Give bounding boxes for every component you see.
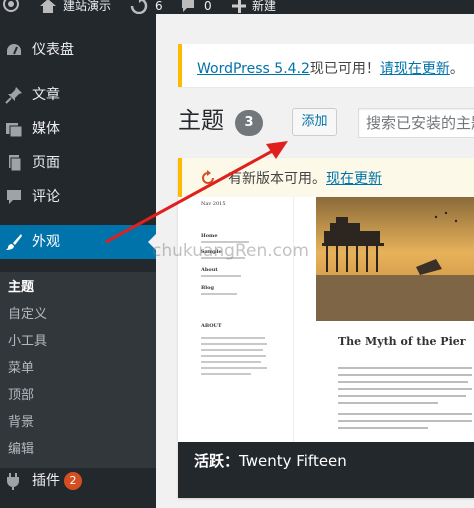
screenshot-nav-home: Home (201, 233, 218, 239)
screenshot-sidebar: Nav 2015 Home Sample About Blog ABOUT (178, 197, 294, 442)
admin-sidebar: 仪表盘 文章 媒体 页面 评论 外观 主题 自定义 小工具 菜单 顶部 背景 编… (0, 14, 156, 508)
screenshot-text-line (338, 413, 472, 415)
pages-icon (9, 155, 22, 172)
home-icon (40, 0, 56, 14)
screenshot-text-line (201, 373, 251, 375)
menu-label-plugins: 插件 2 (32, 472, 82, 490)
screenshot-nav-blog: Blog (201, 285, 214, 291)
submenu-item-themes[interactable]: 主题 (8, 280, 34, 296)
updates-icon[interactable] (130, 0, 148, 14)
screenshot-text-line (338, 381, 468, 383)
submenu-item-background[interactable]: 背景 (8, 415, 34, 431)
submenu-item-editor[interactable]: 编辑 (8, 442, 34, 458)
active-theme-label: 活跃：Twenty Fifteen (194, 451, 347, 471)
menu-item-appearance[interactable]: 外观 (0, 225, 156, 259)
screenshot-text-line (201, 349, 263, 351)
screenshot-text-line (338, 427, 428, 429)
plugin-icon (7, 473, 19, 490)
screenshot-site-title: Nav 2015 (201, 201, 226, 207)
media-icon (6, 123, 23, 138)
appearance-submenu: 主题 自定义 小工具 菜单 顶部 背景 编辑 (0, 272, 156, 468)
add-theme-button[interactable]: 添加 (292, 108, 337, 136)
screenshot-text-line (201, 355, 266, 357)
pier-photo (316, 197, 474, 321)
screenshot-main: The Myth of the Pier (316, 197, 474, 442)
menu-label-media: 媒体 (32, 121, 60, 137)
wordpress-version-link[interactable]: WordPress 5.4.2 (197, 61, 310, 77)
submenu-item-menus[interactable]: 菜单 (8, 361, 34, 377)
theme-count-badge: 3 (235, 110, 263, 136)
new-link[interactable]: 新建 (252, 0, 276, 14)
comments-count[interactable]: 0 (204, 0, 212, 14)
screenshot-text-line (201, 367, 267, 369)
theme-update-notice: 有新版本可用。现在更新 (178, 158, 474, 197)
update-available-text: 有新版本可用。 (228, 171, 326, 187)
update-icon (202, 170, 214, 184)
dashboard-icon (7, 44, 21, 55)
screenshot-text-line (201, 293, 237, 295)
active-label: 活跃： (194, 452, 240, 470)
plugins-update-badge: 2 (64, 472, 82, 490)
screenshot-text-line (338, 374, 472, 376)
admin-bar: 建站演示 6 0 新建 (0, 0, 474, 14)
menu-label-appearance: 外观 (32, 234, 60, 250)
plus-icon[interactable] (232, 0, 246, 14)
screenshot-text-line (338, 402, 438, 404)
theme-update-text: 有新版本可用。现在更新 (228, 171, 382, 187)
page-title: 主题 (178, 108, 224, 134)
notice-text: WordPress 5.4.2现已可用！请现在更新。 (197, 58, 464, 78)
wordpress-logo-icon[interactable] (2, 0, 20, 14)
screenshot-text-line (338, 367, 472, 369)
screenshot-text-line (338, 388, 472, 390)
menu-label-comments: 评论 (32, 189, 60, 205)
menu-item-media[interactable]: 媒体 (0, 112, 156, 146)
screenshot-text-line (201, 343, 267, 345)
menu-label-dashboard: 仪表盘 (32, 42, 74, 58)
comment-icon[interactable] (181, 0, 195, 14)
theme-screenshot[interactable]: Nav 2015 Home Sample About Blog ABOUT Th… (178, 197, 474, 442)
menu-item-dashboard[interactable]: 仪表盘 (0, 33, 156, 67)
screenshot-text-line (338, 395, 466, 397)
screenshot-about-heading: ABOUT (201, 323, 222, 329)
screenshot-text-line (201, 337, 265, 339)
theme-card[interactable]: 有新版本可用。现在更新 Nav 2015 Home Sample About B… (178, 158, 474, 498)
menu-item-plugins[interactable]: 插件 2 (0, 464, 156, 498)
comments-icon (7, 190, 21, 204)
menu-label-pages: 页面 (32, 155, 60, 171)
search-themes-input[interactable]: 搜索已安装的主题... (358, 108, 474, 138)
update-now-link[interactable]: 请现在更新 (380, 61, 450, 77)
notice-middle-text: 现已可用！ (309, 61, 380, 77)
notice-end-text: 。 (449, 61, 464, 77)
active-theme-bar: 活跃：Twenty Fifteen (178, 442, 474, 498)
theme-update-now-link[interactable]: 现在更新 (326, 171, 382, 187)
screenshot-post-title: The Myth of the Pier (338, 335, 466, 348)
paintbrush-icon (6, 234, 22, 250)
menu-item-pages[interactable]: 页面 (0, 146, 156, 180)
pushpin-icon (5, 87, 22, 104)
watermark-text: chukuangRen.com (152, 241, 309, 261)
site-name-link[interactable]: 建站演示 (63, 0, 111, 14)
theme-name: Twenty Fifteen (239, 452, 347, 470)
screenshot-nav-about: About (201, 267, 218, 273)
menu-label-posts: 文章 (32, 87, 60, 103)
submenu-item-header[interactable]: 顶部 (8, 388, 34, 404)
screenshot-text-line (201, 361, 261, 363)
menu-item-comments[interactable]: 评论 (0, 180, 156, 214)
menu-item-posts[interactable]: 文章 (0, 78, 156, 112)
updates-count[interactable]: 6 (155, 0, 163, 14)
screenshot-text-line (201, 275, 241, 277)
submenu-item-customize[interactable]: 自定义 (8, 307, 47, 323)
submenu-item-widgets[interactable]: 小工具 (8, 334, 47, 350)
screenshot-text-line (338, 420, 472, 422)
plugins-text: 插件 (32, 473, 60, 489)
wordpress-update-notice: WordPress 5.4.2现已可用！请现在更新。 (178, 44, 474, 87)
